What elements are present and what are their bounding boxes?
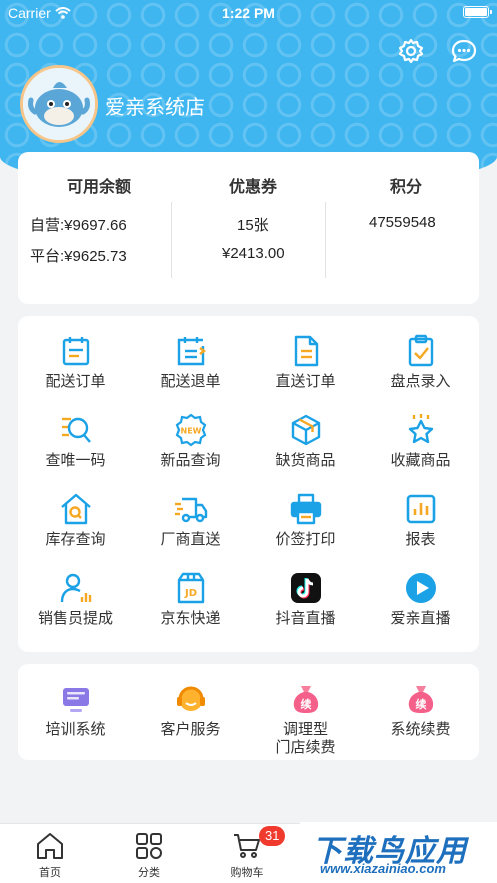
search-code-icon — [61, 417, 91, 443]
avatar[interactable] — [20, 65, 98, 143]
menu-item-label: 抖音直播 — [275, 610, 336, 627]
coupons-amount: ¥2413.00 — [222, 245, 285, 262]
menu-item-direct-orders[interactable]: 直送订单 — [248, 334, 363, 391]
tab-label: 首页 — [39, 867, 61, 879]
dolphin-mascot-icon — [23, 68, 95, 140]
platform-balance: 平台:¥9625.73 — [30, 248, 127, 265]
cart-badge: 31 — [259, 826, 286, 846]
star-icon — [408, 414, 433, 444]
points-title: 积分 — [390, 179, 423, 196]
svg-text:NEW: NEW — [180, 427, 201, 436]
menu-item-jd-express[interactable]: JD 京东快递 — [133, 571, 248, 628]
function-grid: 配送订单 配送退单 直送订单 盘点录入 查唯一码 NEW 新品查询 缺货商品 收… — [18, 316, 479, 652]
menu-item-label: 配送退单 — [160, 373, 221, 390]
service-label: 系统续费 — [390, 721, 451, 738]
tab-label: 分类 — [138, 867, 160, 879]
calendar-icon — [62, 337, 89, 366]
menu-item-new-products[interactable]: NEW 新品查询 — [133, 413, 248, 470]
points-value: 47559548 — [369, 214, 436, 231]
clipboard-check-icon — [408, 334, 433, 367]
menu-item-label: 缺货商品 — [275, 452, 336, 469]
renew-bag-icon: 续 — [408, 686, 433, 713]
menu-item-stock-query[interactable]: 库存查询 — [18, 492, 133, 549]
document-icon — [294, 335, 318, 367]
home-icon — [37, 833, 63, 859]
divider — [325, 202, 326, 278]
printer-icon — [290, 493, 321, 525]
tab-label: 购物车 — [230, 867, 264, 879]
menu-item-label: 爱亲直播 — [390, 610, 451, 627]
services-grid: 培训系统 客户服务 续 调理型 门店续费 续 系统续费 — [18, 664, 479, 760]
headset-icon — [176, 686, 205, 711]
status-bar: Carrier 1:22 PM — [0, 0, 497, 26]
menu-item-label: 厂商直送 — [160, 531, 221, 548]
menu-item-douyin-live[interactable]: 抖音直播 — [248, 571, 363, 628]
available-balance-title: 可用余额 — [67, 179, 132, 196]
house-search-icon — [60, 493, 91, 525]
menu-item-label: 配送订单 — [45, 373, 106, 390]
message-icon[interactable] — [450, 37, 478, 65]
menu-item-label: 查唯一码 — [45, 452, 106, 469]
menu-item-price-tag-print[interactable]: 价签打印 — [248, 492, 363, 549]
menu-item-favorites[interactable]: 收藏商品 — [363, 413, 478, 470]
service-label: 调理型 门店续费 — [275, 721, 336, 756]
clock: 1:22 PM — [222, 5, 275, 21]
menu-item-label: 库存查询 — [45, 531, 106, 548]
gear-icon[interactable] — [397, 37, 425, 65]
watermark: 下载鸟应用 www.xiazainiao.com — [300, 822, 497, 883]
cart-icon — [234, 834, 260, 858]
tab-home[interactable]: 首页 — [20, 832, 80, 880]
divider — [171, 202, 172, 278]
menu-item-label: 直送订单 — [275, 373, 336, 390]
truck-icon — [174, 497, 207, 523]
menu-item-delivery-orders[interactable]: 配送订单 — [18, 334, 133, 391]
coupons-title: 优惠券 — [229, 179, 278, 196]
service-system-renewal[interactable]: 续 系统续费 — [363, 682, 478, 739]
tiktok-icon — [290, 573, 321, 603]
service-store-renewal[interactable]: 续 调理型 门店续费 — [248, 682, 363, 757]
self-run-balance: 自营:¥9697.66 — [30, 217, 127, 234]
return-calendar-icon — [177, 337, 206, 366]
menu-item-label: 报表 — [405, 531, 436, 548]
menu-item-delivery-returns[interactable]: 配送退单 — [133, 334, 248, 391]
salesperson-icon — [60, 573, 91, 603]
new-badge-icon: NEW — [175, 413, 206, 447]
svg-text:续: 续 — [300, 697, 311, 711]
svg-text:JD: JD — [183, 588, 196, 599]
menu-item-sales-commission[interactable]: 销售员提成 — [18, 571, 133, 628]
menu-item-label: 新品查询 — [160, 452, 221, 469]
play-icon — [405, 573, 436, 603]
training-screen-icon — [62, 688, 89, 712]
box-icon — [291, 414, 320, 446]
renew-bag-icon: 续 — [293, 686, 318, 713]
jd-package-icon: JD — [177, 572, 204, 604]
battery-icon — [463, 6, 492, 18]
menu-item-out-of-stock[interactable]: 缺货商品 — [248, 413, 363, 470]
menu-item-label: 京东快递 — [160, 610, 221, 627]
balance-card: 可用余额 自营:¥9697.66 平台:¥9625.73 优惠券 15张 ¥24… — [18, 152, 479, 304]
service-label: 客户服务 — [160, 721, 221, 738]
menu-item-aiqin-live[interactable]: 爱亲直播 — [363, 571, 478, 628]
service-training-system[interactable]: 培训系统 — [18, 682, 133, 739]
menu-item-inventory-entry[interactable]: 盘点录入 — [363, 334, 478, 391]
menu-item-label: 销售员提成 — [37, 610, 113, 627]
menu-item-reports[interactable]: 报表 — [363, 492, 478, 549]
menu-item-vendor-direct[interactable]: 厂商直送 — [133, 492, 248, 549]
menu-item-label: 盘点录入 — [390, 373, 451, 390]
svg-text:续: 续 — [415, 697, 426, 711]
watermark-url: www.xiazainiao.com — [320, 861, 446, 876]
menu-item-label: 价签打印 — [275, 531, 336, 548]
bar-chart-icon — [406, 494, 435, 524]
service-label: 培训系统 — [45, 721, 106, 738]
tab-categories[interactable]: 分类 — [119, 832, 179, 880]
store-name: 爱亲系统店 — [105, 97, 205, 119]
service-customer-service[interactable]: 客户服务 — [133, 682, 248, 739]
menu-item-unique-code[interactable]: 查唯一码 — [18, 413, 133, 470]
menu-item-label: 收藏商品 — [390, 452, 451, 469]
grid-icon — [136, 833, 162, 859]
coupons-count: 15张 — [237, 217, 269, 234]
